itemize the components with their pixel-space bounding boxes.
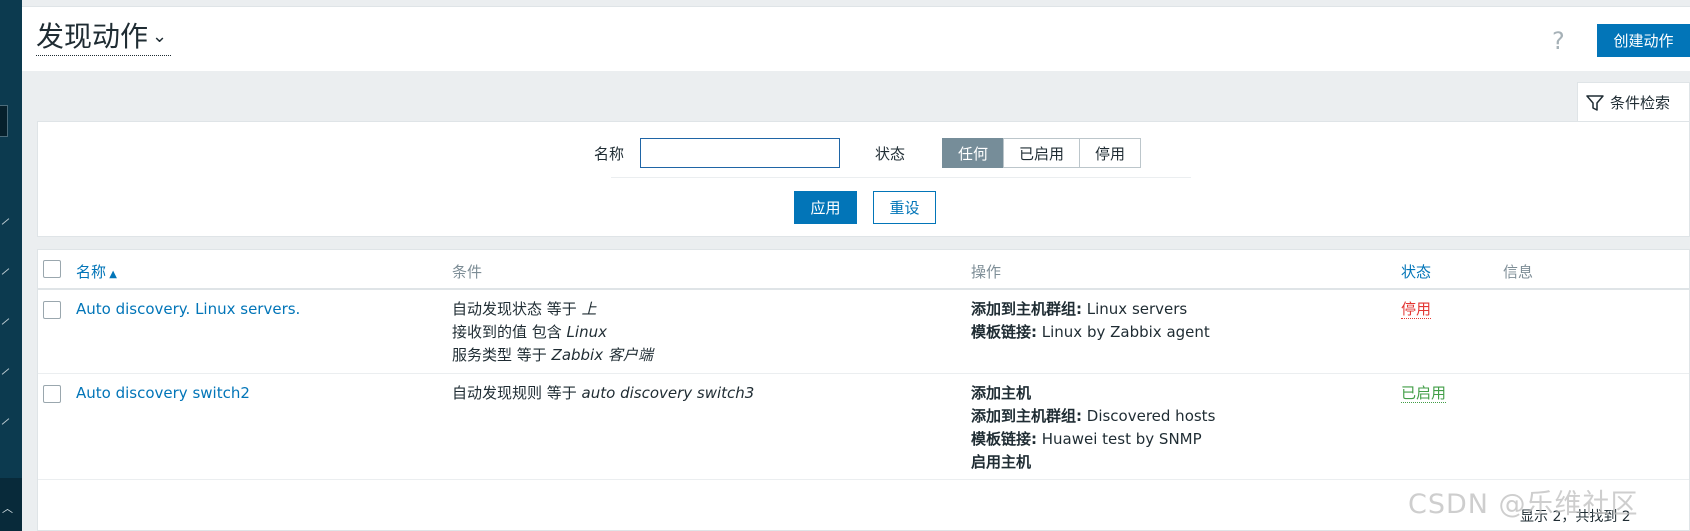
sidebar-nav-icon[interactable] [1,268,10,275]
apply-button[interactable]: 应用 [794,191,857,224]
filter-panel: 名称 状态 任何 已启用 停用 应用 重设 [37,121,1690,237]
operations-cell: 添加主机 添加到主机群组: Discovered hosts 模板链接: Hua… [971,382,1215,474]
filter-tab[interactable]: 条件检索 [1577,82,1690,122]
watermark: CSDN @乐维社区 [1408,489,1639,520]
operation-line: 添加主机 [971,384,1032,402]
operation-line: 模板链接: Huawei test by SNMP [971,430,1202,448]
status-filter-label: 状态 [875,145,906,163]
name-filter-input[interactable] [640,138,840,168]
condition-line: 接收到的值 包含 Linux [452,323,607,341]
sidebar: ︿ [0,0,22,531]
status-option-disabled[interactable]: 停用 [1079,138,1142,168]
action-name-link[interactable]: Auto discovery. Linux servers. [76,298,300,321]
conditions-cell: 自动发现状态 等于 上 接收到的值 包含 Linux 服务类型 等于 Zabbi… [452,298,653,367]
name-filter-label: 名称 [594,145,625,163]
sort-asc-icon: ▲ [106,269,117,280]
help-icon[interactable]: ? [1552,27,1565,55]
select-all-checkbox[interactable] [43,260,61,278]
table-header: 名称 ▲ 条件 操作 状态 信息 [38,250,1689,290]
column-operations: 操作 [971,263,1002,281]
status-cell: 停用 [1401,298,1432,321]
row-checkbox[interactable] [43,385,61,403]
action-name-link[interactable]: Auto discovery switch2 [76,382,250,405]
sidebar-collapse-handle[interactable] [0,105,8,137]
sidebar-nav-icon[interactable] [1,218,10,225]
create-action-button[interactable]: 创建动作 [1597,24,1690,57]
conditions-cell: 自动发现规则 等于 auto discovery switch3 [452,382,754,405]
sidebar-nav-icon[interactable] [1,318,10,325]
page-title-dropdown[interactable]: 发现动作 ⌄ [36,19,172,56]
status-option-enabled[interactable]: 已启用 [1003,138,1081,168]
page-header: 发现动作 ⌄ ? 创建动作 [22,6,1690,71]
sidebar-nav-icon[interactable] [1,418,10,425]
condition-line: 服务类型 等于 Zabbix 客户端 [452,346,653,364]
operation-line: 添加到主机群组: Linux servers [971,300,1188,318]
status-filter-segmented: 任何 已启用 停用 [942,138,1142,168]
status-toggle-disabled[interactable]: 停用 [1401,300,1432,319]
operation-line: 启用主机 [971,453,1032,471]
condition-line: 自动发现规则 等于 auto discovery switch3 [452,384,755,402]
filter-icon [1586,94,1604,111]
operation-line: 模板链接: Linux by Zabbix agent [971,323,1210,341]
row-checkbox[interactable] [43,301,61,319]
page-title: 发现动作 [36,20,149,53]
sidebar-nav-icon[interactable] [1,368,10,375]
operations-cell: 添加到主机群组: Linux servers 模板链接: Linux by Za… [971,298,1210,344]
condition-line: 自动发现状态 等于 上 [452,300,597,318]
table-row: Auto discovery. Linux servers. 自动发现状态 等于… [38,290,1689,374]
filter-tab-label: 条件检索 [1610,94,1671,112]
column-name-sort[interactable]: 名称 ▲ [76,261,117,282]
column-conditions: 条件 [452,263,483,281]
operation-line: 添加到主机群组: Discovered hosts [971,407,1216,425]
status-toggle-enabled[interactable]: 已启用 [1401,384,1447,403]
column-info: 信息 [1503,263,1534,281]
reset-button[interactable]: 重设 [873,191,936,224]
column-status[interactable]: 状态 [1401,261,1431,282]
status-option-any[interactable]: 任何 [942,138,1005,168]
filter-divider [611,177,1191,178]
status-cell: 已启用 [1401,382,1447,405]
chevron-down-icon: ⌄ [152,26,168,47]
table-row: Auto discovery switch2 自动发现规则 等于 auto di… [38,374,1689,480]
chevron-up-icon[interactable]: ︿ [2,500,13,516]
